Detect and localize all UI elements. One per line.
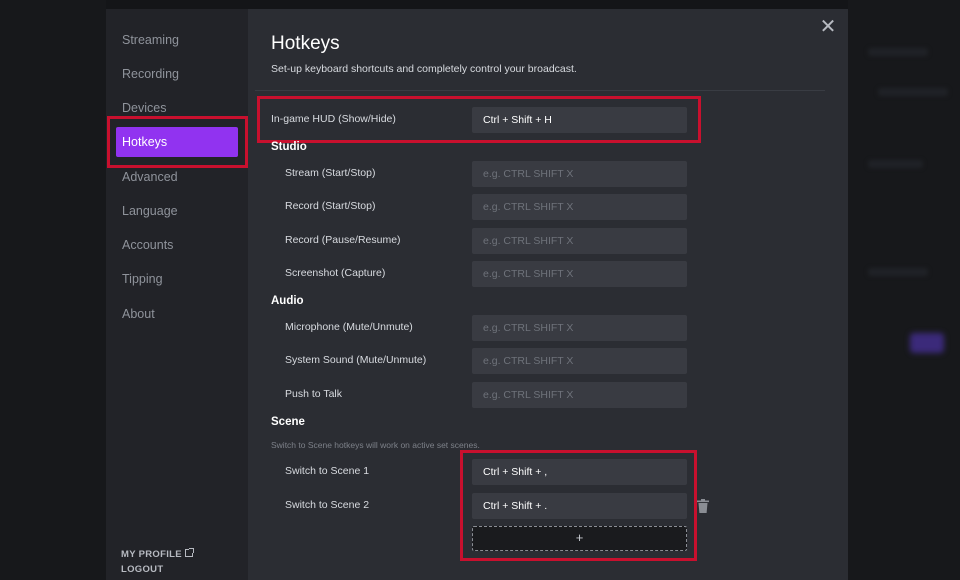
studio-heading: Studio xyxy=(271,141,307,153)
scene-note: Switch to Scene hotkeys will work on act… xyxy=(271,440,480,450)
external-link-icon xyxy=(184,548,194,557)
close-icon[interactable]: ✕ xyxy=(813,15,843,39)
pause-hotkey-label: Record (Pause/Resume) xyxy=(285,234,401,246)
page-subtitle: Set-up keyboard shortcuts and completely… xyxy=(271,63,577,75)
system-sound-hotkey-label: System Sound (Mute/Unmute) xyxy=(285,354,427,366)
logout-link[interactable]: LOGOUT xyxy=(121,564,163,575)
record-hotkey-label: Record (Start/Stop) xyxy=(285,200,376,212)
highlight-box-hotkeys-tab xyxy=(107,116,248,168)
highlight-box-hud xyxy=(257,96,701,143)
scene-1-label: Switch to Scene 1 xyxy=(285,465,370,477)
my-profile-label: MY PROFILE xyxy=(121,549,182,560)
trash-icon[interactable] xyxy=(697,499,709,513)
sidebar-item-streaming[interactable]: Streaming xyxy=(116,25,238,55)
sidebar-item-recording[interactable]: Recording xyxy=(116,59,238,89)
divider xyxy=(255,90,825,91)
hotkeys-panel: Hotkeys Set-up keyboard shortcuts and co… xyxy=(248,9,848,580)
background-app-left xyxy=(0,0,106,580)
scene-2-label: Switch to Scene 2 xyxy=(285,499,370,511)
sidebar-item-about[interactable]: About xyxy=(116,299,238,329)
screenshot-hotkey-label: Screenshot (Capture) xyxy=(285,267,386,279)
sidebar-item-language[interactable]: Language xyxy=(116,196,238,226)
my-profile-link[interactable]: MY PROFILE xyxy=(121,548,194,560)
sidebar-item-tipping[interactable]: Tipping xyxy=(116,264,238,294)
settings-modal: Streaming Recording Devices Hotkeys Adva… xyxy=(106,9,848,580)
screenshot-hotkey-input[interactable] xyxy=(472,261,687,287)
background-accent xyxy=(910,333,944,353)
system-sound-hotkey-input[interactable] xyxy=(472,348,687,374)
stream-hotkey-input[interactable] xyxy=(472,161,687,187)
highlight-box-scenes xyxy=(460,450,697,561)
background-app-right xyxy=(848,0,960,580)
sidebar-item-accounts[interactable]: Accounts xyxy=(116,230,238,260)
settings-sidebar: Streaming Recording Devices Hotkeys Adva… xyxy=(106,9,248,580)
stream-hotkey-label: Stream (Start/Stop) xyxy=(285,167,376,179)
push-to-talk-label: Push to Talk xyxy=(285,388,343,400)
microphone-hotkey-label: Microphone (Mute/Unmute) xyxy=(285,321,413,333)
pause-hotkey-input[interactable] xyxy=(472,228,687,254)
push-to-talk-input[interactable] xyxy=(472,382,687,408)
record-hotkey-input[interactable] xyxy=(472,194,687,220)
audio-heading: Audio xyxy=(271,295,304,307)
microphone-hotkey-input[interactable] xyxy=(472,315,687,341)
page-title: Hotkeys xyxy=(271,33,340,54)
scene-heading: Scene xyxy=(271,416,305,428)
